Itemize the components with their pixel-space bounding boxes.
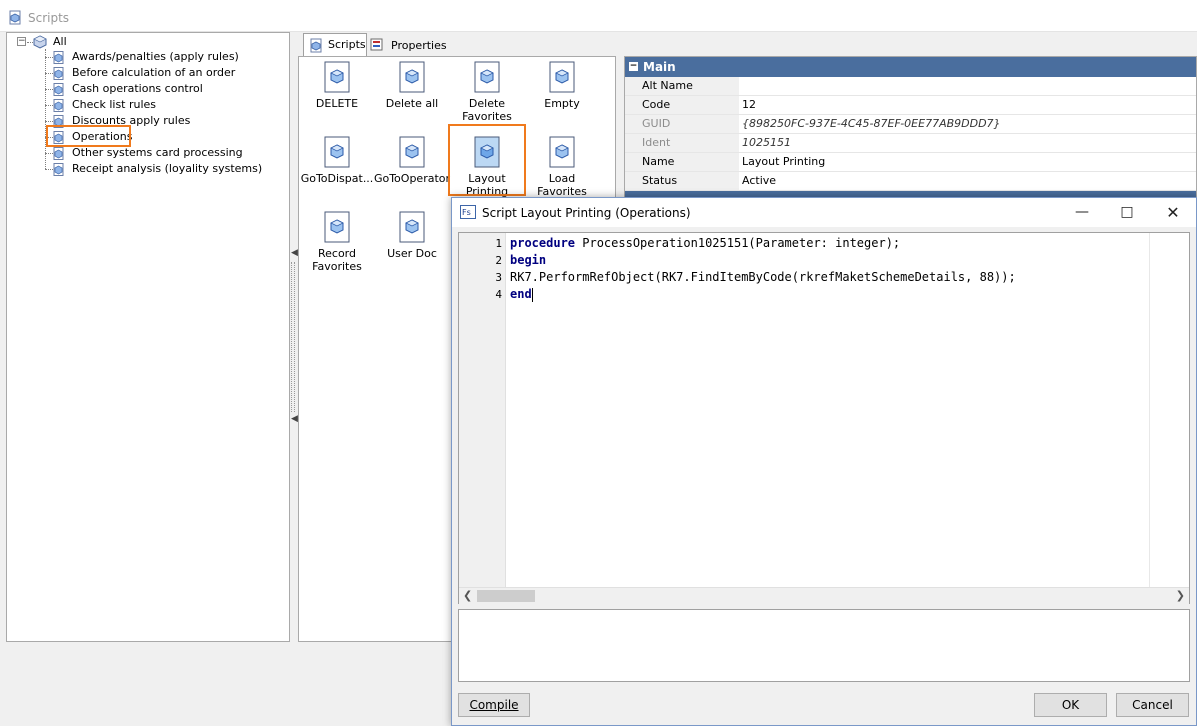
code-line[interactable]: end [510, 287, 533, 302]
tree-collapse-toggle[interactable]: − [17, 37, 26, 46]
script-label: Load Favorites [537, 172, 587, 198]
script-label: GoToDispat... [300, 172, 374, 185]
script-file-icon [399, 211, 425, 243]
code-line[interactable]: procedure ProcessOperation1025151(Parame… [510, 236, 900, 250]
script-category-icon [53, 99, 64, 112]
script-category-icon [53, 147, 64, 160]
script-category-icon [53, 83, 64, 96]
window-title: Scripts [28, 11, 70, 25]
property-name: Name [625, 153, 739, 171]
script-file-icon [549, 61, 575, 93]
property-name: Ident [625, 134, 739, 152]
scripts-window-icon [9, 10, 21, 25]
property-row[interactable]: Status Active [625, 172, 1196, 191]
script-file-icon [324, 61, 350, 93]
script-category-icon [53, 51, 64, 64]
code-line[interactable]: RK7.PerformRefObject(RK7.FindItemByCode(… [510, 270, 1016, 284]
property-row[interactable]: Name Layout Printing [625, 153, 1196, 172]
script-label: Empty [544, 97, 580, 110]
layout-printing-highlight [448, 124, 526, 196]
section-collapse-icon[interactable]: − [629, 62, 638, 71]
script-label: Delete Favorites [462, 97, 512, 123]
line-number: 4 [495, 288, 502, 301]
compile-output-area[interactable] [458, 609, 1190, 682]
line-number: 2 [495, 254, 502, 267]
dialog-titlebar[interactable]: Fs Script Layout Printing (Operations) —… [452, 198, 1196, 227]
script-label: Delete all [385, 97, 439, 110]
property-name: Code [625, 96, 739, 114]
compile-button[interactable]: Compile [458, 693, 530, 717]
tab-scripts[interactable]: Scripts [303, 33, 367, 57]
left-splitter[interactable]: ◀ ◀ [290, 32, 298, 642]
property-value[interactable]: 12 [742, 96, 756, 114]
script-label: Record Favorites [312, 247, 362, 273]
main-titlebar: Scripts [0, 0, 1197, 32]
script-item[interactable]: Delete all [373, 61, 451, 110]
script-item[interactable]: GoToOperator [373, 136, 451, 185]
script-file-icon [399, 136, 425, 168]
cancel-button[interactable]: Cancel [1116, 693, 1189, 717]
line-number: 1 [495, 237, 502, 250]
property-value: 1025151 [742, 136, 791, 149]
editor-right-margin [1149, 233, 1189, 587]
line-number: 3 [495, 271, 502, 284]
scroll-right-icon[interactable]: ❯ [1176, 589, 1185, 602]
script-label: User Doc [387, 247, 437, 260]
operations-highlight [46, 125, 131, 147]
property-name: GUID [625, 115, 739, 133]
script-dialog-icon: Fs [460, 205, 476, 219]
property-name: Alt Name [625, 77, 739, 95]
script-label: DELETE [315, 97, 359, 110]
ok-button[interactable]: OK [1034, 693, 1107, 717]
line-number-gutter: 1 2 3 4 [459, 233, 506, 587]
script-file-icon [474, 61, 500, 93]
dialog-title: Script Layout Printing (Operations) [482, 206, 691, 220]
properties-tab-icon [370, 38, 383, 51]
script-item[interactable]: Load Favorites [523, 136, 601, 198]
property-row[interactable]: Alt Name [625, 77, 1196, 96]
script-item[interactable]: Delete Favorites [448, 61, 526, 123]
scroll-left-icon[interactable]: ❮ [463, 589, 472, 602]
property-row[interactable]: Ident 1025151 [625, 134, 1196, 153]
script-file-icon [399, 61, 425, 93]
svg-text:Fs: Fs [462, 208, 471, 217]
script-item[interactable]: User Doc [373, 211, 451, 260]
scripts-tab-icon [310, 38, 322, 53]
script-file-icon [549, 136, 575, 168]
close-button[interactable]: ✕ [1150, 198, 1196, 227]
properties-section-header[interactable]: − Main [625, 57, 1196, 77]
script-item[interactable]: GoToDispat... [298, 136, 376, 185]
property-value[interactable]: Active [742, 172, 776, 190]
property-value: {898250FC-937E-4C45-87EF-0EE77AB9DDD7} [742, 117, 1001, 130]
scrollbar-thumb[interactable] [477, 590, 535, 602]
tab-properties[interactable]: Properties [367, 35, 447, 56]
script-item[interactable]: Record Favorites [298, 211, 376, 273]
text-caret [531, 287, 533, 302]
script-file-icon [324, 211, 350, 243]
category-tree[interactable]: − All Awards/penalties (apply rules) Befo… [6, 32, 290, 642]
horizontal-scrollbar[interactable]: ❮ ❯ [459, 587, 1189, 604]
script-label: GoToOperator [373, 172, 451, 185]
folder-all-icon [33, 35, 47, 49]
script-item[interactable]: Empty [523, 61, 601, 110]
script-file-icon [324, 136, 350, 168]
script-item[interactable]: DELETE [298, 61, 376, 110]
property-row[interactable]: GUID {898250FC-937E-4C45-87EF-0EE77AB9DDD… [625, 115, 1196, 134]
script-category-icon [53, 67, 64, 80]
property-name: Status [625, 172, 739, 190]
maximize-button[interactable]: □ [1104, 198, 1150, 227]
minimize-button[interactable]: — [1059, 198, 1105, 227]
script-category-icon [53, 163, 64, 176]
property-value[interactable]: Layout Printing [742, 153, 825, 171]
code-line[interactable]: begin [510, 253, 546, 267]
code-editor[interactable]: 1 2 3 4 procedure ProcessOperation1025151(P… [458, 232, 1190, 604]
property-row[interactable]: Code 12 [625, 96, 1196, 115]
script-editor-dialog[interactable]: Fs Script Layout Printing (Operations) —… [451, 197, 1197, 726]
